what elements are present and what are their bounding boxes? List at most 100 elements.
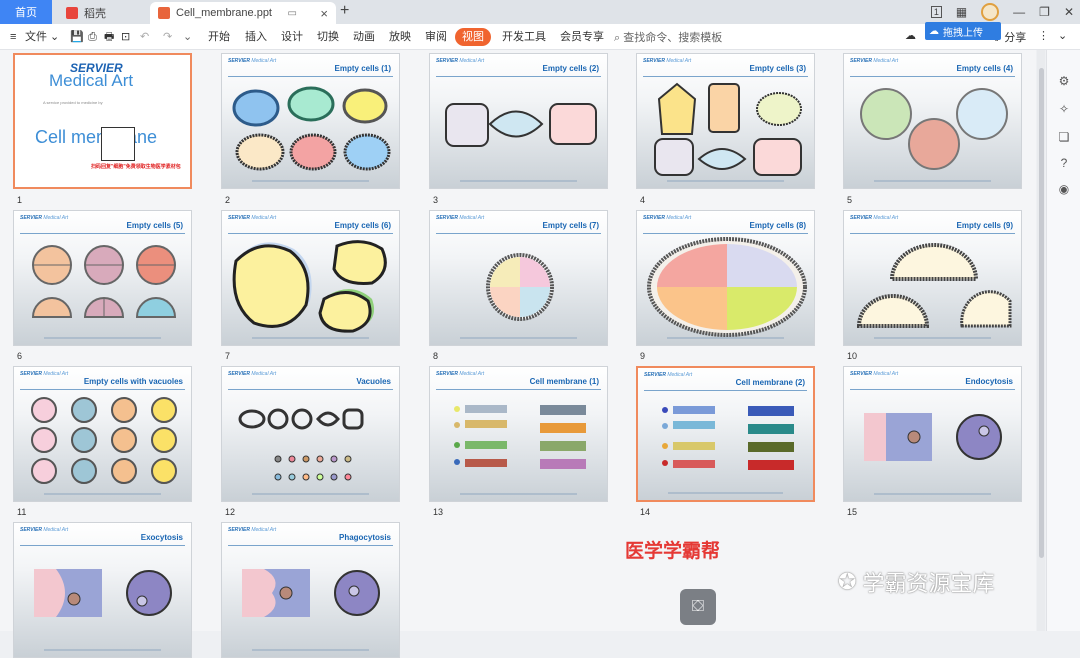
shape-icon[interactable]: ✧ bbox=[1057, 102, 1071, 116]
undo-icon[interactable]: ↶ bbox=[140, 29, 149, 45]
slide-thumbnail-7[interactable]: SERVIER Medical Art Empty cells (6) bbox=[221, 210, 400, 346]
ribbon-tab-transition[interactable]: 切换 bbox=[317, 29, 339, 45]
ribbon-tab-view[interactable]: 视图 bbox=[455, 28, 491, 46]
ribbon-tab-slideshow[interactable]: 放映 bbox=[389, 29, 411, 45]
ribbon-tab-start[interactable]: 开始 bbox=[208, 29, 230, 45]
slide-footer bbox=[874, 180, 991, 182]
ribbon-tab-member[interactable]: 会员专享 bbox=[560, 29, 604, 45]
slide-brand: SERVIER Medical Art bbox=[20, 215, 69, 221]
slide-thumbnail-1[interactable]: SERVIER Medical Art A service provided to … bbox=[13, 53, 192, 189]
minimize-icon[interactable]: — bbox=[1013, 5, 1025, 19]
slide-footer bbox=[252, 649, 369, 651]
tool-icon: ⛋ bbox=[691, 598, 705, 615]
settings-sliders-icon[interactable]: ⚙ bbox=[1057, 74, 1071, 88]
slide-thumbnail-5[interactable]: SERVIER Medical Art Empty cells (4) bbox=[843, 53, 1022, 189]
redo-icon[interactable]: ↷ bbox=[163, 29, 172, 45]
slide-art bbox=[647, 237, 807, 337]
slide-number: 4 bbox=[640, 195, 646, 205]
cover-main-text: Cell membrane bbox=[35, 127, 158, 147]
ribbon-tab-insert[interactable]: 插入 bbox=[245, 29, 267, 45]
command-search[interactable]: ⌕ 查找命令、搜索模板 bbox=[614, 29, 722, 45]
slide-thumbnail-8[interactable]: SERVIER Medical Art Empty cells (7) bbox=[429, 210, 608, 346]
slide-art bbox=[454, 405, 586, 469]
slide-title: Empty cells (1) bbox=[334, 64, 391, 73]
record-icon[interactable]: ◉ bbox=[1057, 182, 1071, 196]
slide-footer bbox=[874, 337, 991, 339]
slide-footer bbox=[668, 492, 783, 494]
slide-title: Empty cells (5) bbox=[126, 221, 183, 230]
avatar[interactable] bbox=[981, 3, 1000, 21]
more-icon[interactable]: ⋮ bbox=[1038, 29, 1049, 42]
file-menu[interactable]: 文件 ⌄ bbox=[25, 29, 59, 45]
window-count-badge[interactable]: 1 bbox=[930, 6, 942, 18]
ribbon-tab-devtools[interactable]: 开发工具 bbox=[502, 29, 546, 45]
slide-art bbox=[31, 397, 177, 484]
slide-title: Exocytosis bbox=[140, 533, 183, 542]
slide-thumbnail-12[interactable]: SERVIER Medical Art Vacuoles bbox=[221, 366, 400, 502]
slide-thumbnail-17[interactable]: SERVIER Medical Art Phagocytosis bbox=[221, 522, 400, 658]
close-tab-icon[interactable]: × bbox=[320, 6, 328, 21]
slide-thumbnail-15[interactable]: SERVIER Medical Art Endocytosis bbox=[843, 366, 1022, 502]
slide-thumbnail-16[interactable]: SERVIER Medical Art Exocytosis bbox=[13, 522, 192, 658]
tab-daoke[interactable]: 稻壳 bbox=[58, 2, 146, 24]
slide-title-rule bbox=[643, 76, 808, 77]
save-icon[interactable]: 💾 bbox=[70, 29, 84, 45]
ppt-file-icon bbox=[158, 7, 170, 19]
ribbon: ≡ 文件 ⌄ 💾 ⎙ 🖶 ⊡ ↶ ↷ ⌄ 开始 插入 设计 切换 动画 放映 审… bbox=[0, 24, 1080, 50]
export-icon[interactable]: ⎙ bbox=[88, 29, 97, 45]
scrollbar-thumb[interactable] bbox=[1039, 68, 1044, 558]
slide-number: 15 bbox=[847, 507, 858, 517]
grid-icon[interactable]: ▦ bbox=[956, 5, 967, 19]
preview-icon[interactable]: ⊡ bbox=[121, 29, 130, 45]
slide-title: Cell membrane (1) bbox=[529, 377, 599, 386]
print-icon[interactable]: 🖶 bbox=[104, 29, 114, 45]
menu-icon[interactable]: ≡ bbox=[10, 29, 16, 45]
slide-title-rule bbox=[644, 390, 807, 391]
red-watermark: 医学学霸帮 bbox=[625, 541, 721, 562]
new-tab-icon[interactable]: + bbox=[340, 2, 349, 20]
slide-title-rule bbox=[228, 233, 393, 234]
restore-icon[interactable]: ❐ bbox=[1039, 5, 1050, 19]
title-bar: 首页 稻壳 Cell_membrane.ppt ▭ × + 1 ▦ — ❐ ✕ bbox=[0, 0, 1080, 24]
slide-thumbnail-10[interactable]: SERVIER Medical Art Empty cells (9) bbox=[843, 210, 1022, 346]
slide-thumbnail-14[interactable]: SERVIER Medical Art Cell membrane (2) bbox=[636, 366, 815, 502]
ribbon-tab-animation[interactable]: 动画 bbox=[353, 29, 375, 45]
right-side-panel: ⚙ ✧ ❏ ? ◉ bbox=[1046, 50, 1080, 631]
slide-art bbox=[486, 253, 554, 321]
collapse-ribbon-icon[interactable]: ⌄ bbox=[1058, 29, 1067, 42]
slide-footer bbox=[460, 180, 577, 182]
slide-brand: SERVIER Medical Art bbox=[228, 215, 277, 221]
slide-title-rule bbox=[643, 233, 808, 234]
slide-brand: SERVIER Medical Art bbox=[644, 372, 693, 378]
tab-home[interactable]: 首页 bbox=[0, 0, 52, 24]
slide-title: Empty cells (8) bbox=[749, 221, 806, 230]
slide-brand: SERVIER Medical Art bbox=[436, 58, 485, 64]
ribbon-tab-review[interactable]: 审阅 bbox=[425, 29, 447, 45]
slide-brand: SERVIER Medical Art bbox=[436, 371, 485, 377]
cloud-icon[interactable]: ☁ bbox=[905, 29, 916, 42]
slide-footer bbox=[460, 493, 577, 495]
slide-footer bbox=[252, 180, 369, 182]
slide-thumbnail-4[interactable]: SERVIER Medical Art Empty cells (3) bbox=[636, 53, 815, 189]
slide-footer bbox=[44, 493, 161, 495]
close-window-icon[interactable]: ✕ bbox=[1064, 5, 1074, 19]
slide-thumbnail-3[interactable]: SERVIER Medical Art Empty cells (2) bbox=[429, 53, 608, 189]
slide-thumbnail-2[interactable]: SERVIER Medical Art Empty cells (1) bbox=[221, 53, 400, 189]
slide-brand: SERVIER Medical Art bbox=[850, 58, 899, 64]
slide-thumbnail-9[interactable]: SERVIER Medical Art Empty cells (8) bbox=[636, 210, 815, 346]
slide-thumbnail-6[interactable]: SERVIER Medical Art Empty cells (5) bbox=[13, 210, 192, 346]
slide-thumbnail-13[interactable]: SERVIER Medical Art Cell membrane (1) bbox=[429, 366, 608, 502]
slide-number: 7 bbox=[225, 351, 231, 361]
slide-title: Empty cells (7) bbox=[542, 221, 599, 230]
layers-icon[interactable]: ❏ bbox=[1057, 130, 1071, 144]
tab-document[interactable]: Cell_membrane.ppt ▭ × bbox=[150, 2, 336, 24]
slide-brand: SERVIER Medical Art bbox=[228, 58, 277, 64]
slide-thumbnail-11[interactable]: SERVIER Medical Art Empty cells with vacu… bbox=[13, 366, 192, 502]
screen-icon[interactable]: ▭ bbox=[287, 8, 296, 19]
chevron-down-icon[interactable]: ⌄ bbox=[183, 29, 192, 45]
upload-button[interactable]: ☁ 拖拽上传 bbox=[925, 22, 1001, 40]
ribbon-tab-design[interactable]: 设计 bbox=[281, 29, 303, 45]
cover-promo: 扫码回复"细胞"免费领取生物医学素材包 bbox=[91, 164, 181, 170]
help-icon[interactable]: ? bbox=[1057, 156, 1071, 170]
floating-action-button[interactable]: ⛋ bbox=[680, 589, 716, 625]
